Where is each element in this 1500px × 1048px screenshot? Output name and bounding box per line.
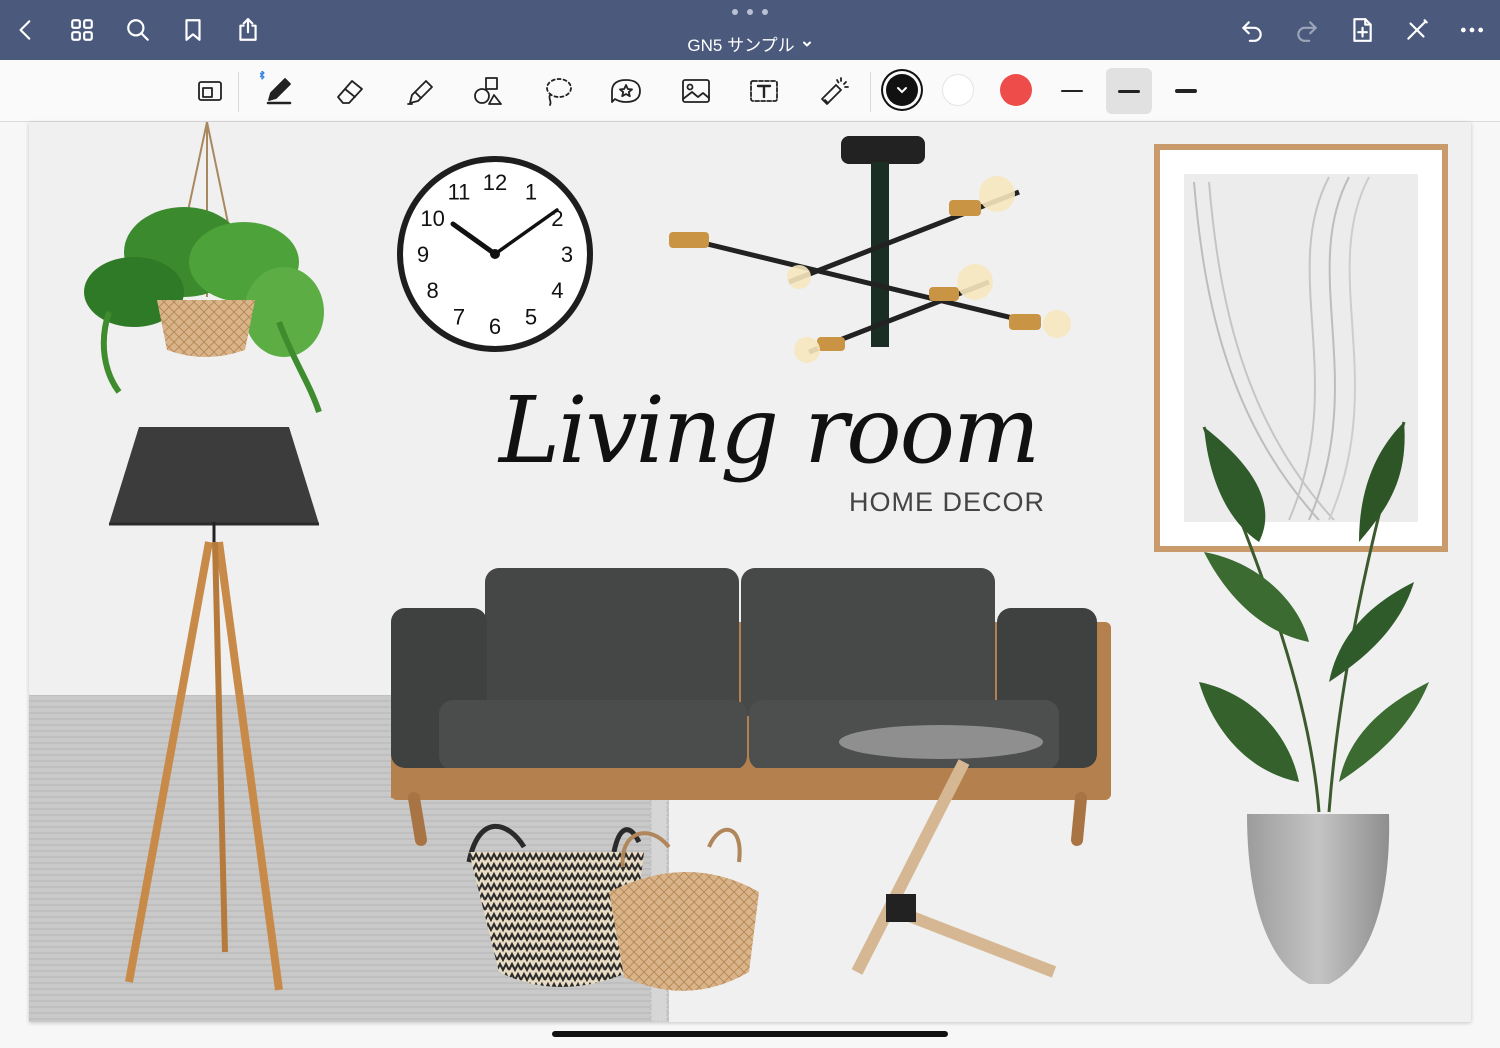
thickness-line: [1061, 90, 1083, 92]
lasso-tool[interactable]: [538, 72, 578, 110]
shapes-tool[interactable]: [468, 72, 508, 110]
color-swatch-white[interactable]: [942, 74, 974, 106]
more-icon: [1460, 27, 1484, 33]
back-icon: [19, 20, 31, 40]
sticker-tool[interactable]: [606, 72, 646, 110]
laser-pointer-tool[interactable]: [814, 72, 854, 110]
wall-clock: 12 1234567891011: [397, 156, 593, 352]
image-tool[interactable]: [676, 72, 716, 110]
color-swatch-black[interactable]: [886, 74, 918, 106]
image-icon: [682, 79, 710, 103]
collapse-toolbar-icon: [1407, 19, 1428, 40]
bookmark-icon: [185, 19, 201, 41]
redo-button[interactable]: [1289, 12, 1325, 48]
collapse-toolbar-button[interactable]: [1399, 12, 1435, 48]
moodboard-illustration: 12 1234567891011: [29, 122, 1448, 1022]
undo-icon: [1242, 21, 1262, 42]
thickness-line: [1118, 89, 1140, 93]
moodboard-heading[interactable]: Living room HOME DECOR: [499, 377, 1059, 517]
add-page-icon: [1353, 18, 1372, 42]
lasso-icon: [546, 78, 572, 106]
thumbnails-button[interactable]: [64, 12, 100, 48]
clock-numeral: 1: [525, 180, 537, 205]
heading-script-text: Living room: [499, 377, 1040, 484]
clock-numeral: 6: [489, 314, 501, 339]
clock-numeral: 12: [483, 170, 507, 195]
share-button[interactable]: [230, 12, 266, 48]
zoom-window-tool[interactable]: [190, 72, 230, 110]
pen-tool[interactable]: [258, 70, 298, 108]
grid-icon: [71, 19, 93, 41]
text-tool[interactable]: [744, 72, 784, 110]
window-handle[interactable]: [732, 9, 768, 17]
document-title-menu[interactable]: GN5 サンプル: [600, 31, 900, 56]
clock-numeral: 11: [448, 180, 471, 205]
note-page-canvas[interactable]: 12 1 2 3 4 5 6 7 8 9 10 11 Living room H…: [29, 122, 1471, 1022]
search-icon: [127, 19, 149, 41]
chevron-down-icon: [897, 87, 907, 94]
more-button[interactable]: [1454, 12, 1490, 48]
clock-numeral: 5: [525, 304, 537, 329]
highlighter-icon: [407, 80, 433, 105]
home-indicator[interactable]: [552, 1031, 948, 1037]
clock-numeral: 10: [420, 206, 444, 231]
back-button[interactable]: [8, 12, 44, 48]
redo-icon: [1297, 21, 1317, 42]
ceiling-light: [669, 136, 1071, 363]
pen-thickness-thick[interactable]: [1163, 68, 1209, 114]
highlighter-tool[interactable]: [400, 72, 440, 110]
toolbar-divider: [238, 72, 239, 112]
share-icon: [239, 18, 257, 41]
top-navigation-bar: GN5 サンプル: [0, 0, 1500, 60]
thickness-line: [1175, 89, 1197, 93]
text-icon: [750, 80, 778, 102]
eraser-icon: [337, 80, 363, 104]
heading-subtitle: HOME DECOR: [848, 487, 1045, 517]
clock-numeral: 7: [453, 304, 465, 329]
laser-pointer-icon: [821, 77, 849, 105]
add-page-button[interactable]: [1344, 12, 1380, 48]
bookmark-button[interactable]: [175, 12, 211, 48]
clock-numeral: 8: [426, 278, 438, 303]
undo-button[interactable]: [1234, 12, 1270, 48]
chevron-down-icon: [802, 41, 811, 46]
framed-wall-art: [1154, 144, 1448, 552]
pen-thickness-medium[interactable]: [1106, 68, 1152, 114]
search-button[interactable]: [120, 12, 156, 48]
shapes-icon: [474, 77, 502, 105]
pen-icon: [260, 71, 292, 105]
clock-numeral: 9: [417, 242, 429, 267]
hanging-plant: [84, 122, 324, 413]
clock-numeral: 3: [561, 242, 573, 267]
zoom-window-icon: [198, 81, 222, 101]
sofa: [391, 568, 1111, 846]
document-title: GN5 サンプル: [687, 36, 795, 55]
sticker-icon: [611, 79, 641, 103]
toolbar-divider: [870, 72, 871, 112]
eraser-tool[interactable]: [330, 72, 370, 110]
clock-numeral: 4: [551, 278, 563, 303]
pen-thickness-thin[interactable]: [1049, 68, 1095, 114]
color-swatch-red[interactable]: [1000, 74, 1032, 106]
